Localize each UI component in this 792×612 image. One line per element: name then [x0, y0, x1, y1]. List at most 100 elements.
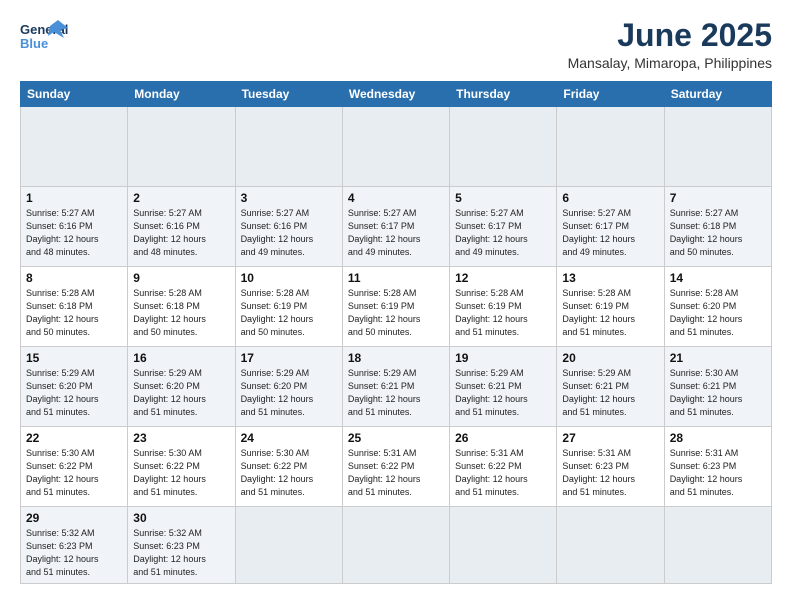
day-info: Sunrise: 5:31 AMSunset: 6:22 PMDaylight:…	[348, 448, 421, 497]
day-number: 7	[670, 191, 766, 205]
table-cell: 5Sunrise: 5:27 AMSunset: 6:17 PMDaylight…	[450, 187, 557, 267]
table-cell: 13 Sunrise: 5:28 AMSunset: 6:19 PMDayligh…	[557, 267, 664, 347]
day-info: Sunrise: 5:29 AMSunset: 6:20 PMDaylight:…	[133, 368, 206, 417]
day-number: 5	[455, 191, 551, 205]
day-info: Sunrise: 5:32 AMSunset: 6:23 PMDaylight:…	[133, 528, 206, 577]
day-number: 8	[26, 271, 122, 285]
day-info: Sunrise: 5:27 AMSunset: 6:17 PMDaylight:…	[562, 208, 635, 257]
day-number: 2	[133, 191, 229, 205]
table-cell: 27Sunrise: 5:31 AMSunset: 6:23 PMDayligh…	[557, 427, 664, 507]
table-cell: 29 Sunrise: 5:32 AMSunset: 6:23 PMDayligh…	[21, 507, 128, 584]
day-info: Sunrise: 5:27 AMSunset: 6:16 PMDaylight:…	[133, 208, 206, 257]
day-number: 16	[133, 351, 229, 365]
table-cell: 17Sunrise: 5:29 AMSunset: 6:20 PMDayligh…	[235, 347, 342, 427]
day-number: 3	[241, 191, 337, 205]
table-cell	[235, 507, 342, 584]
col-sunday: Sunday	[21, 82, 128, 107]
table-cell: 7 Sunrise: 5:27 AMSunset: 6:18 PMDaylight…	[664, 187, 771, 267]
table-cell: 16 Sunrise: 5:29 AMSunset: 6:20 PMDayligh…	[128, 347, 235, 427]
table-cell	[21, 107, 128, 187]
table-cell: 3 Sunrise: 5:27 AMSunset: 6:16 PMDaylight…	[235, 187, 342, 267]
day-info: Sunrise: 5:28 AMSunset: 6:19 PMDaylight:…	[348, 288, 421, 337]
table-cell: 22 Sunrise: 5:30 AMSunset: 6:22 PMDayligh…	[21, 427, 128, 507]
header: General Blue June 2025 Mansalay, Mimarop…	[20, 18, 772, 71]
day-info: Sunrise: 5:29 AMSunset: 6:20 PMDaylight:…	[26, 368, 99, 417]
day-number: 14	[670, 271, 766, 285]
month-title: June 2025	[568, 18, 772, 53]
table-cell: 15 Sunrise: 5:29 AMSunset: 6:20 PMDayligh…	[21, 347, 128, 427]
calendar-table: Sunday Monday Tuesday Wednesday Thursday…	[20, 81, 772, 584]
day-info: Sunrise: 5:28 AMSunset: 6:19 PMDaylight:…	[562, 288, 635, 337]
day-info: Sunrise: 5:27 AMSunset: 6:16 PMDaylight:…	[241, 208, 314, 257]
day-number: 28	[670, 431, 766, 445]
day-number: 24	[241, 431, 337, 445]
day-number: 26	[455, 431, 551, 445]
day-number: 10	[241, 271, 337, 285]
table-cell	[128, 107, 235, 187]
logo-icon: General Blue	[20, 18, 68, 56]
table-cell: 11 Sunrise: 5:28 AMSunset: 6:19 PMDayligh…	[342, 267, 449, 347]
table-cell	[557, 107, 664, 187]
table-cell	[342, 107, 449, 187]
col-tuesday: Tuesday	[235, 82, 342, 107]
day-info: Sunrise: 5:27 AMSunset: 6:17 PMDaylight:…	[348, 208, 421, 257]
day-info: Sunrise: 5:28 AMSunset: 6:19 PMDaylight:…	[455, 288, 528, 337]
page: General Blue June 2025 Mansalay, Mimarop…	[0, 0, 792, 612]
day-info: Sunrise: 5:30 AMSunset: 6:22 PMDaylight:…	[133, 448, 206, 497]
day-info: Sunrise: 5:29 AMSunset: 6:21 PMDaylight:…	[348, 368, 421, 417]
svg-text:Blue: Blue	[20, 36, 48, 51]
table-cell: 18 Sunrise: 5:29 AMSunset: 6:21 PMDayligh…	[342, 347, 449, 427]
day-info: Sunrise: 5:29 AMSunset: 6:21 PMDaylight:…	[455, 368, 528, 417]
table-cell: 19 Sunrise: 5:29 AMSunset: 6:21 PMDayligh…	[450, 347, 557, 427]
table-cell: 14 Sunrise: 5:28 AMSunset: 6:20 PMDayligh…	[664, 267, 771, 347]
table-cell: 9Sunrise: 5:28 AMSunset: 6:18 PMDaylight…	[128, 267, 235, 347]
day-number: 19	[455, 351, 551, 365]
day-number: 13	[562, 271, 658, 285]
day-info: Sunrise: 5:30 AMSunset: 6:22 PMDaylight:…	[241, 448, 314, 497]
day-info: Sunrise: 5:27 AMSunset: 6:18 PMDaylight:…	[670, 208, 743, 257]
table-cell: 25Sunrise: 5:31 AMSunset: 6:22 PMDayligh…	[342, 427, 449, 507]
day-info: Sunrise: 5:32 AMSunset: 6:23 PMDaylight:…	[26, 528, 99, 577]
day-number: 6	[562, 191, 658, 205]
table-cell	[450, 107, 557, 187]
col-thursday: Thursday	[450, 82, 557, 107]
day-number: 15	[26, 351, 122, 365]
table-cell: 30 Sunrise: 5:32 AMSunset: 6:23 PMDayligh…	[128, 507, 235, 584]
day-number: 23	[133, 431, 229, 445]
day-number: 17	[241, 351, 337, 365]
table-cell	[450, 507, 557, 584]
col-monday: Monday	[128, 82, 235, 107]
title-block: June 2025 Mansalay, Mimaropa, Philippine…	[568, 18, 772, 71]
day-number: 18	[348, 351, 444, 365]
calendar-header-row: Sunday Monday Tuesday Wednesday Thursday…	[21, 82, 772, 107]
location: Mansalay, Mimaropa, Philippines	[568, 55, 772, 71]
day-info: Sunrise: 5:28 AMSunset: 6:18 PMDaylight:…	[26, 288, 99, 337]
table-cell: 10Sunrise: 5:28 AMSunset: 6:19 PMDayligh…	[235, 267, 342, 347]
day-info: Sunrise: 5:31 AMSunset: 6:22 PMDaylight:…	[455, 448, 528, 497]
day-number: 11	[348, 271, 444, 285]
table-cell: 23 Sunrise: 5:30 AMSunset: 6:22 PMDayligh…	[128, 427, 235, 507]
logo: General Blue	[20, 18, 68, 56]
col-saturday: Saturday	[664, 82, 771, 107]
table-cell: 21Sunrise: 5:30 AMSunset: 6:21 PMDayligh…	[664, 347, 771, 427]
day-number: 12	[455, 271, 551, 285]
day-info: Sunrise: 5:30 AMSunset: 6:22 PMDaylight:…	[26, 448, 99, 497]
col-friday: Friday	[557, 82, 664, 107]
table-cell	[557, 507, 664, 584]
day-info: Sunrise: 5:27 AMSunset: 6:16 PMDaylight:…	[26, 208, 99, 257]
table-cell: 24 Sunrise: 5:30 AMSunset: 6:22 PMDayligh…	[235, 427, 342, 507]
day-number: 21	[670, 351, 766, 365]
day-number: 29	[26, 511, 122, 525]
col-wednesday: Wednesday	[342, 82, 449, 107]
day-info: Sunrise: 5:29 AMSunset: 6:21 PMDaylight:…	[562, 368, 635, 417]
day-info: Sunrise: 5:28 AMSunset: 6:20 PMDaylight:…	[670, 288, 743, 337]
table-cell: 8 Sunrise: 5:28 AMSunset: 6:18 PMDaylight…	[21, 267, 128, 347]
day-number: 22	[26, 431, 122, 445]
table-cell: 6 Sunrise: 5:27 AMSunset: 6:17 PMDaylight…	[557, 187, 664, 267]
day-number: 30	[133, 511, 229, 525]
table-cell: 28 Sunrise: 5:31 AMSunset: 6:23 PMDayligh…	[664, 427, 771, 507]
day-number: 27	[562, 431, 658, 445]
day-info: Sunrise: 5:31 AMSunset: 6:23 PMDaylight:…	[670, 448, 743, 497]
day-info: Sunrise: 5:28 AMSunset: 6:18 PMDaylight:…	[133, 288, 206, 337]
table-cell: 1Sunrise: 5:27 AMSunset: 6:16 PMDaylight…	[21, 187, 128, 267]
